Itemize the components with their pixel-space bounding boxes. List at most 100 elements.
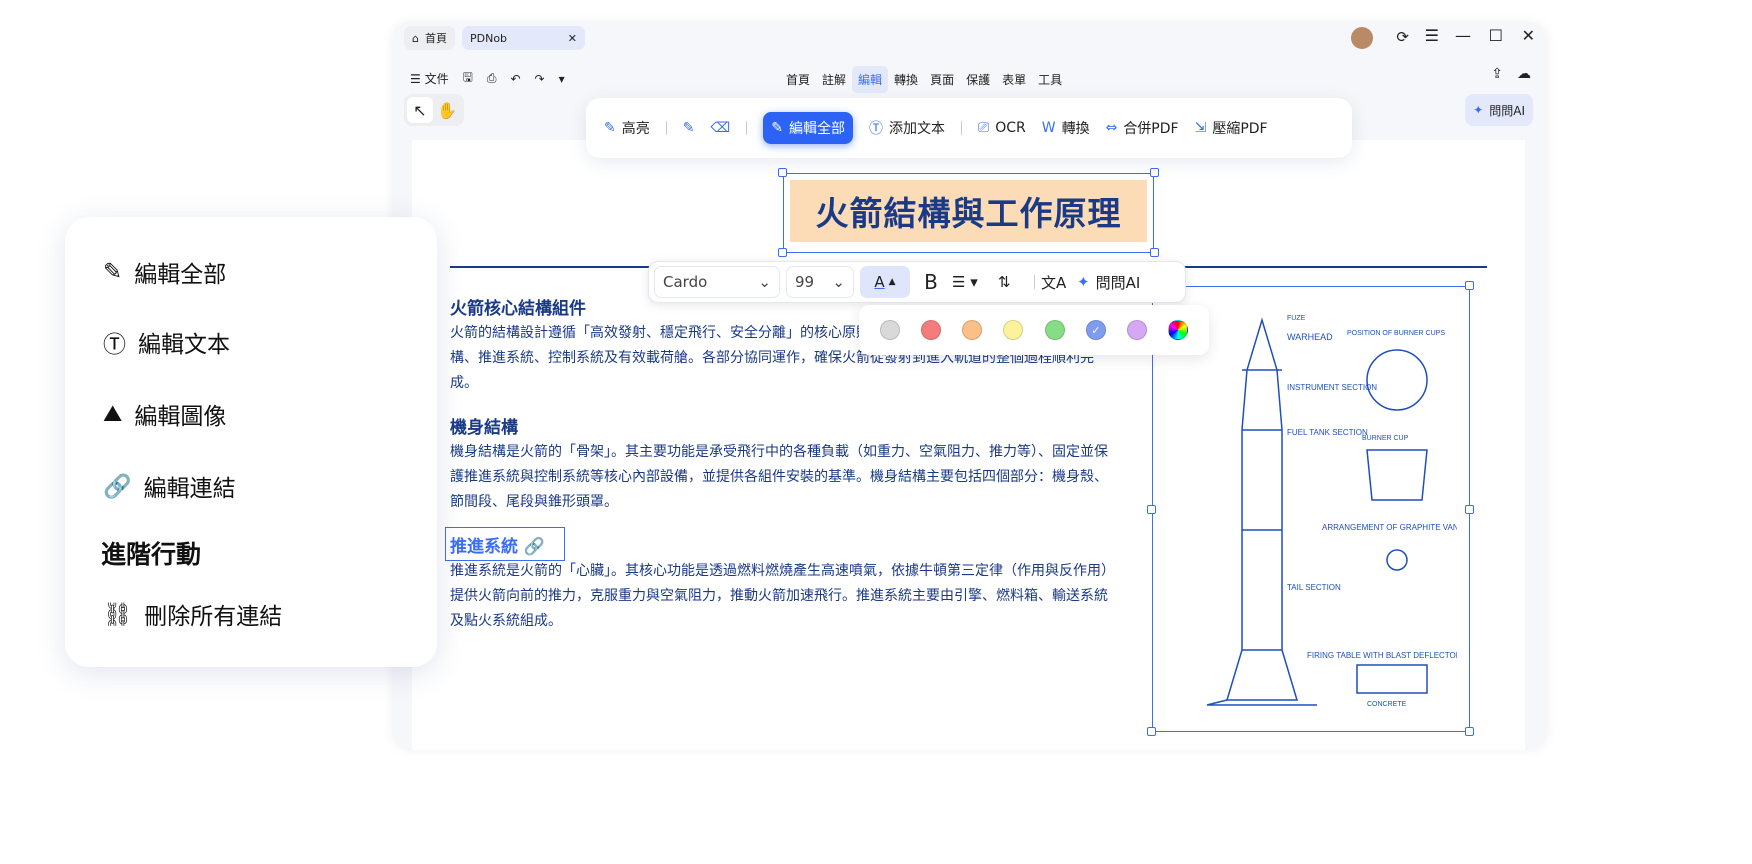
document-title[interactable]: 火箭結構與工作原理 [790,180,1147,242]
print-icon[interactable]: ⎙ [487,71,497,86]
text-format-toolbar: Cardo ⌄ 99 ⌄ A ▲ B ☰ ▾ ⇅ 文A ✦ 問問AI [648,261,1186,303]
font-size-select[interactable]: 99 ⌄ [786,266,854,298]
color-swatch-blue-selected[interactable]: ✓ [1085,320,1106,340]
unlink-icon: ⛓ [103,601,133,628]
menu-annotate[interactable]: 註解 [816,66,852,93]
chevron-down-icon: ⌄ [832,273,845,291]
eraser-icon: ⌫ [710,120,731,136]
edit-toolbar: ✎ 高亮 ✎ ⌫ ✎ 編輯全部 Ⓣ 添加文本 ⎚ OCR W 轉換 ⇔ 合併PDF ⇲ 壓縮P… [586,98,1352,158]
underline-tool-button[interactable]: ✎ [683,120,695,136]
side-edit-link[interactable]: 🔗 編輯連結 [103,469,236,503]
tab-document[interactable]: PDNob ✕ [462,26,585,50]
menu-icon[interactable]: ☰ [1425,26,1439,45]
hand-tool-icon[interactable]: ✋ [437,101,457,120]
font-color-button[interactable]: A ▲ [860,266,910,298]
link-icon: 🔗 [103,473,132,500]
svg-text:TAIL SECTION: TAIL SECTION [1287,583,1341,592]
select-tool-icon[interactable]: ↖ [407,97,433,123]
cloud-upload-icon[interactable]: ☁ [1517,66,1531,82]
merge-icon: ⇔ [1105,120,1118,136]
file-menu[interactable]: ☰ 文件 [410,70,449,87]
ask-ai-button[interactable]: ✦ 問問AI [1465,94,1533,126]
advanced-actions-heading: 進階行動 [101,540,202,569]
main-menu: 首頁 註解 編輯 轉換 頁面 保護 表單 工具 [780,66,1068,93]
minimize-icon[interactable]: — [1455,26,1471,45]
svg-text:FUEL TANK SECTION: FUEL TANK SECTION [1287,428,1368,437]
side-edit-all[interactable]: ✎ 編輯全部 [103,255,226,289]
support-icon[interactable]: ⟳ [1396,28,1409,46]
side-edit-text[interactable]: Ⓣ 編輯文本 [103,325,230,359]
close-tab-icon[interactable]: ✕ [568,32,577,45]
translate-icon[interactable]: 文A [1041,272,1071,293]
wavy-highlighter-icon: ✎ [682,120,695,136]
svg-text:CONCRETE: CONCRETE [1367,701,1407,708]
svg-text:WARHEAD: WARHEAD [1287,332,1333,342]
undo-icon[interactable]: ↶ [510,72,520,86]
menu-tools[interactable]: 工具 [1032,66,1068,93]
close-window-icon[interactable]: ✕ [1522,26,1535,45]
side-edit-image[interactable]: ⛰ 編輯圖像 [103,397,226,431]
compress-icon: ⇲ [1194,120,1207,136]
section-heading[interactable]: 火箭核心結構組件 [450,294,586,319]
ocr-icon: ⎚ [978,120,990,136]
text-box-icon: Ⓣ [869,121,883,137]
edit-all-button[interactable]: ✎ 編輯全部 [763,112,853,144]
add-text-button[interactable]: Ⓣ 添加文本 [869,118,945,138]
menu-home[interactable]: 首頁 [780,66,816,93]
highlight-button[interactable]: ✎ 高亮 [604,118,650,138]
image-icon: ⛰ [103,401,123,427]
tab-home[interactable]: ⌂ 首頁 [404,26,455,50]
color-swatch-purple[interactable] [1127,320,1148,340]
menu-edit[interactable]: 編輯 [852,66,889,93]
graphite-vanes-label: ARRANGEMENT OF GRAPHITE VANES [1322,523,1457,532]
maximize-icon[interactable]: ☐ [1489,26,1503,45]
section-heading[interactable]: 機身結構 [450,413,518,438]
menu-protect[interactable]: 保護 [960,66,996,93]
redo-icon[interactable]: ↷ [535,72,545,86]
merge-pdf-button[interactable]: ⇔ 合併PDF [1106,118,1179,138]
menu-convert[interactable]: 轉換 [888,66,924,93]
app-window: ⌂ 首頁 PDNob ✕ ⟳ ☰ — ☐ ✕ ☰ 文件 🖫 ⎙ ↶ ↷ ▾ 首頁 註… [392,22,1547,750]
avatar[interactable] [1351,27,1373,49]
section-body[interactable]: 推進系統是火箭的「心臟」。其核心功能是透過燃料燃燒產生高速噴氣，依據牛頓第三定律… [450,559,1110,634]
ai-icon: ✦ [1077,273,1090,291]
share-icon[interactable]: ⇪ [1491,66,1503,82]
menu-page[interactable]: 頁面 [924,66,960,93]
side-remove-links[interactable]: ⛓ 刪除所有連結 [103,597,282,631]
link-icon[interactable]: 🔗 [524,537,545,557]
edit-document-icon: ✎ [771,120,783,136]
compress-pdf-button[interactable]: ⇲ 壓縮PDF [1195,118,1268,138]
line-spacing-icon[interactable]: ⇅ [998,273,1028,291]
ask-ai-format-button[interactable]: ✦ 問問AI [1077,272,1140,293]
svg-text:BURNER CUP: BURNER CUP [1362,435,1409,442]
font-color-icon: A [874,273,885,291]
menu-form[interactable]: 表單 [996,66,1032,93]
font-family-select[interactable]: Cardo ⌄ [654,266,780,298]
convert-button[interactable]: W 轉換 [1042,118,1090,138]
home-icon: ⌂ [412,31,419,45]
ocr-button[interactable]: ⎚ OCR [978,120,1026,136]
save-icon[interactable]: 🖫 [463,68,473,89]
color-swatch-green[interactable] [1044,320,1065,340]
svg-text:INSTRUMENT SECTION: INSTRUMENT SECTION [1287,383,1377,392]
feature-panel: ✎ 編輯全部 Ⓣ 編輯文本 ⛰ 編輯圖像 🔗 編輯連結 進階行動 ⛓ 刪除所有連結 [65,217,437,667]
color-swatch-gray[interactable] [879,320,900,340]
section-body[interactable]: 機身結構是火箭的「骨架」。其主要功能是承受飛行中的各種負載（如重力、空氣阻力、推… [450,440,1110,515]
section-heading-link[interactable]: 推進系統 🔗 [450,532,545,557]
align-icon[interactable]: ☰ ▾ [952,273,992,291]
svg-text:POSITION OF BURNER CUPS: POSITION OF BURNER CUPS [1347,330,1445,337]
bold-icon[interactable]: B [916,270,946,294]
custom-color-icon[interactable] [1168,320,1189,340]
highlighter-icon: ✎ [604,120,616,136]
rocket-blueprint-image[interactable]: FUZE WARHEAD INSTRUMENT SECTION FUEL TAN… [1167,300,1457,720]
color-swatch-yellow[interactable] [1003,320,1024,340]
more-dropdown-icon[interactable]: ▾ [559,72,565,86]
word-icon: W [1041,120,1056,136]
text-box-icon: Ⓣ [103,332,126,358]
eraser-button[interactable]: ⌫ [710,120,730,136]
pdf-page: 火箭結構與工作原理 火箭核心結構組件 火箭的結構設計遵循「高效發射、穩定飛行、安… [412,140,1525,750]
color-palette: ✓ [859,305,1209,355]
check-icon: ✓ [1091,323,1101,337]
color-swatch-orange[interactable] [962,320,983,340]
color-swatch-red[interactable] [920,320,941,340]
